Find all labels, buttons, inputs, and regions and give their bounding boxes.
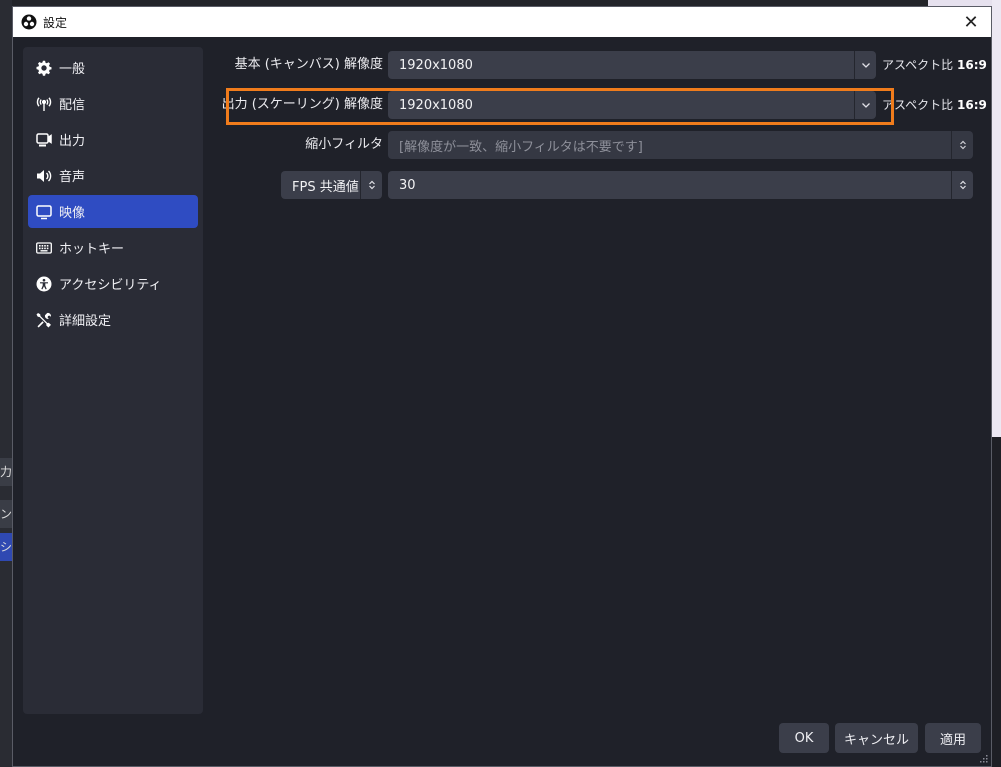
- window-title: 設定: [43, 15, 68, 30]
- sidebar-item-label: 詳細設定: [59, 314, 112, 329]
- sidebar-item-general[interactable]: 一般: [28, 51, 198, 84]
- settings-sidebar: 一般 配信 出力 音声 映像 ホットキー アクセシビリティ 詳細設定: [23, 47, 203, 714]
- up-down-chevron-icon: [360, 171, 382, 199]
- sidebar-item-label: アクセシビリティ: [59, 278, 162, 293]
- output-aspect-ratio: アスペクト比 16:9: [882, 98, 987, 112]
- keyboard-icon: [36, 240, 52, 256]
- output-resolution-value: 1920x1080: [399, 97, 473, 113]
- up-down-chevron-icon: [951, 171, 973, 199]
- sidebar-item-label: ホットキー: [59, 242, 125, 257]
- base-resolution-value: 1920x1080: [399, 57, 473, 73]
- gear-icon: [36, 60, 52, 76]
- sidebar-item-label: 映像: [59, 206, 86, 221]
- base-aspect-ratio: アスペクト比 16:9: [882, 58, 987, 72]
- sidebar-item-label: 音声: [59, 170, 86, 185]
- base-resolution-label: 基本 (キャンバス) 解像度: [234, 57, 383, 72]
- title-bar: 設定 ✕: [13, 7, 991, 37]
- fps-value: 30: [399, 177, 416, 193]
- sidebar-item-hotkeys[interactable]: ホットキー: [28, 231, 198, 264]
- up-down-chevron-icon: [951, 131, 973, 159]
- chevron-down-icon: [854, 51, 876, 79]
- sidebar-item-output[interactable]: 出力: [28, 123, 198, 156]
- output-resolution-label: 出力 (スケーリング) 解像度: [221, 97, 383, 112]
- sidebar-item-accessibility[interactable]: アクセシビリティ: [28, 267, 198, 300]
- sidebar-item-stream[interactable]: 配信: [28, 87, 198, 120]
- close-button[interactable]: ✕: [951, 7, 991, 37]
- accessibility-icon: [36, 276, 52, 292]
- fps-value-combobox[interactable]: 30: [388, 171, 973, 199]
- sidebar-item-video[interactable]: 映像: [28, 195, 198, 228]
- speaker-icon: [36, 168, 52, 184]
- background-fragment-selected: シ: [0, 533, 12, 561]
- cancel-button[interactable]: キャンセル: [835, 723, 918, 753]
- background-fragment: 力: [0, 458, 12, 486]
- broadcast-antenna-icon: [36, 96, 52, 112]
- fps-type-value: FPS 共通値: [292, 179, 359, 195]
- fps-type-combobox[interactable]: FPS 共通値: [281, 171, 382, 199]
- downscale-filter-combobox[interactable]: [解像度が一致、縮小フィルタは不要です]: [388, 131, 973, 159]
- output-camera-icon: [36, 132, 52, 148]
- apply-button[interactable]: 適用: [925, 723, 981, 753]
- downscale-filter-label: 縮小フィルタ: [305, 137, 383, 152]
- close-icon: ✕: [963, 11, 979, 33]
- sidebar-item-label: 出力: [59, 134, 86, 149]
- background-fragment: ン: [0, 500, 12, 528]
- tools-icon: [36, 312, 52, 328]
- chevron-down-icon: [854, 91, 876, 119]
- monitor-icon: [36, 204, 52, 220]
- obs-logo-icon: [21, 14, 37, 30]
- sidebar-item-label: 一般: [59, 62, 86, 77]
- background-app-left: 力 ン シ: [0, 0, 12, 767]
- sidebar-item-label: 配信: [59, 98, 86, 113]
- sidebar-item-advanced[interactable]: 詳細設定: [28, 303, 198, 336]
- downscale-filter-value: [解像度が一致、縮小フィルタは不要です]: [399, 139, 643, 155]
- base-resolution-combobox[interactable]: 1920x1080: [388, 51, 876, 79]
- resize-grip-icon[interactable]: [978, 753, 988, 763]
- background-app-right: [992, 0, 1001, 767]
- settings-dialog: 設定 ✕ 一般 配信 出力 音声 映像 ホットキー アクセシビリティ 詳細設定 …: [12, 6, 992, 767]
- output-resolution-combobox[interactable]: 1920x1080: [388, 91, 876, 119]
- ok-button[interactable]: OK: [779, 723, 829, 753]
- sidebar-item-audio[interactable]: 音声: [28, 159, 198, 192]
